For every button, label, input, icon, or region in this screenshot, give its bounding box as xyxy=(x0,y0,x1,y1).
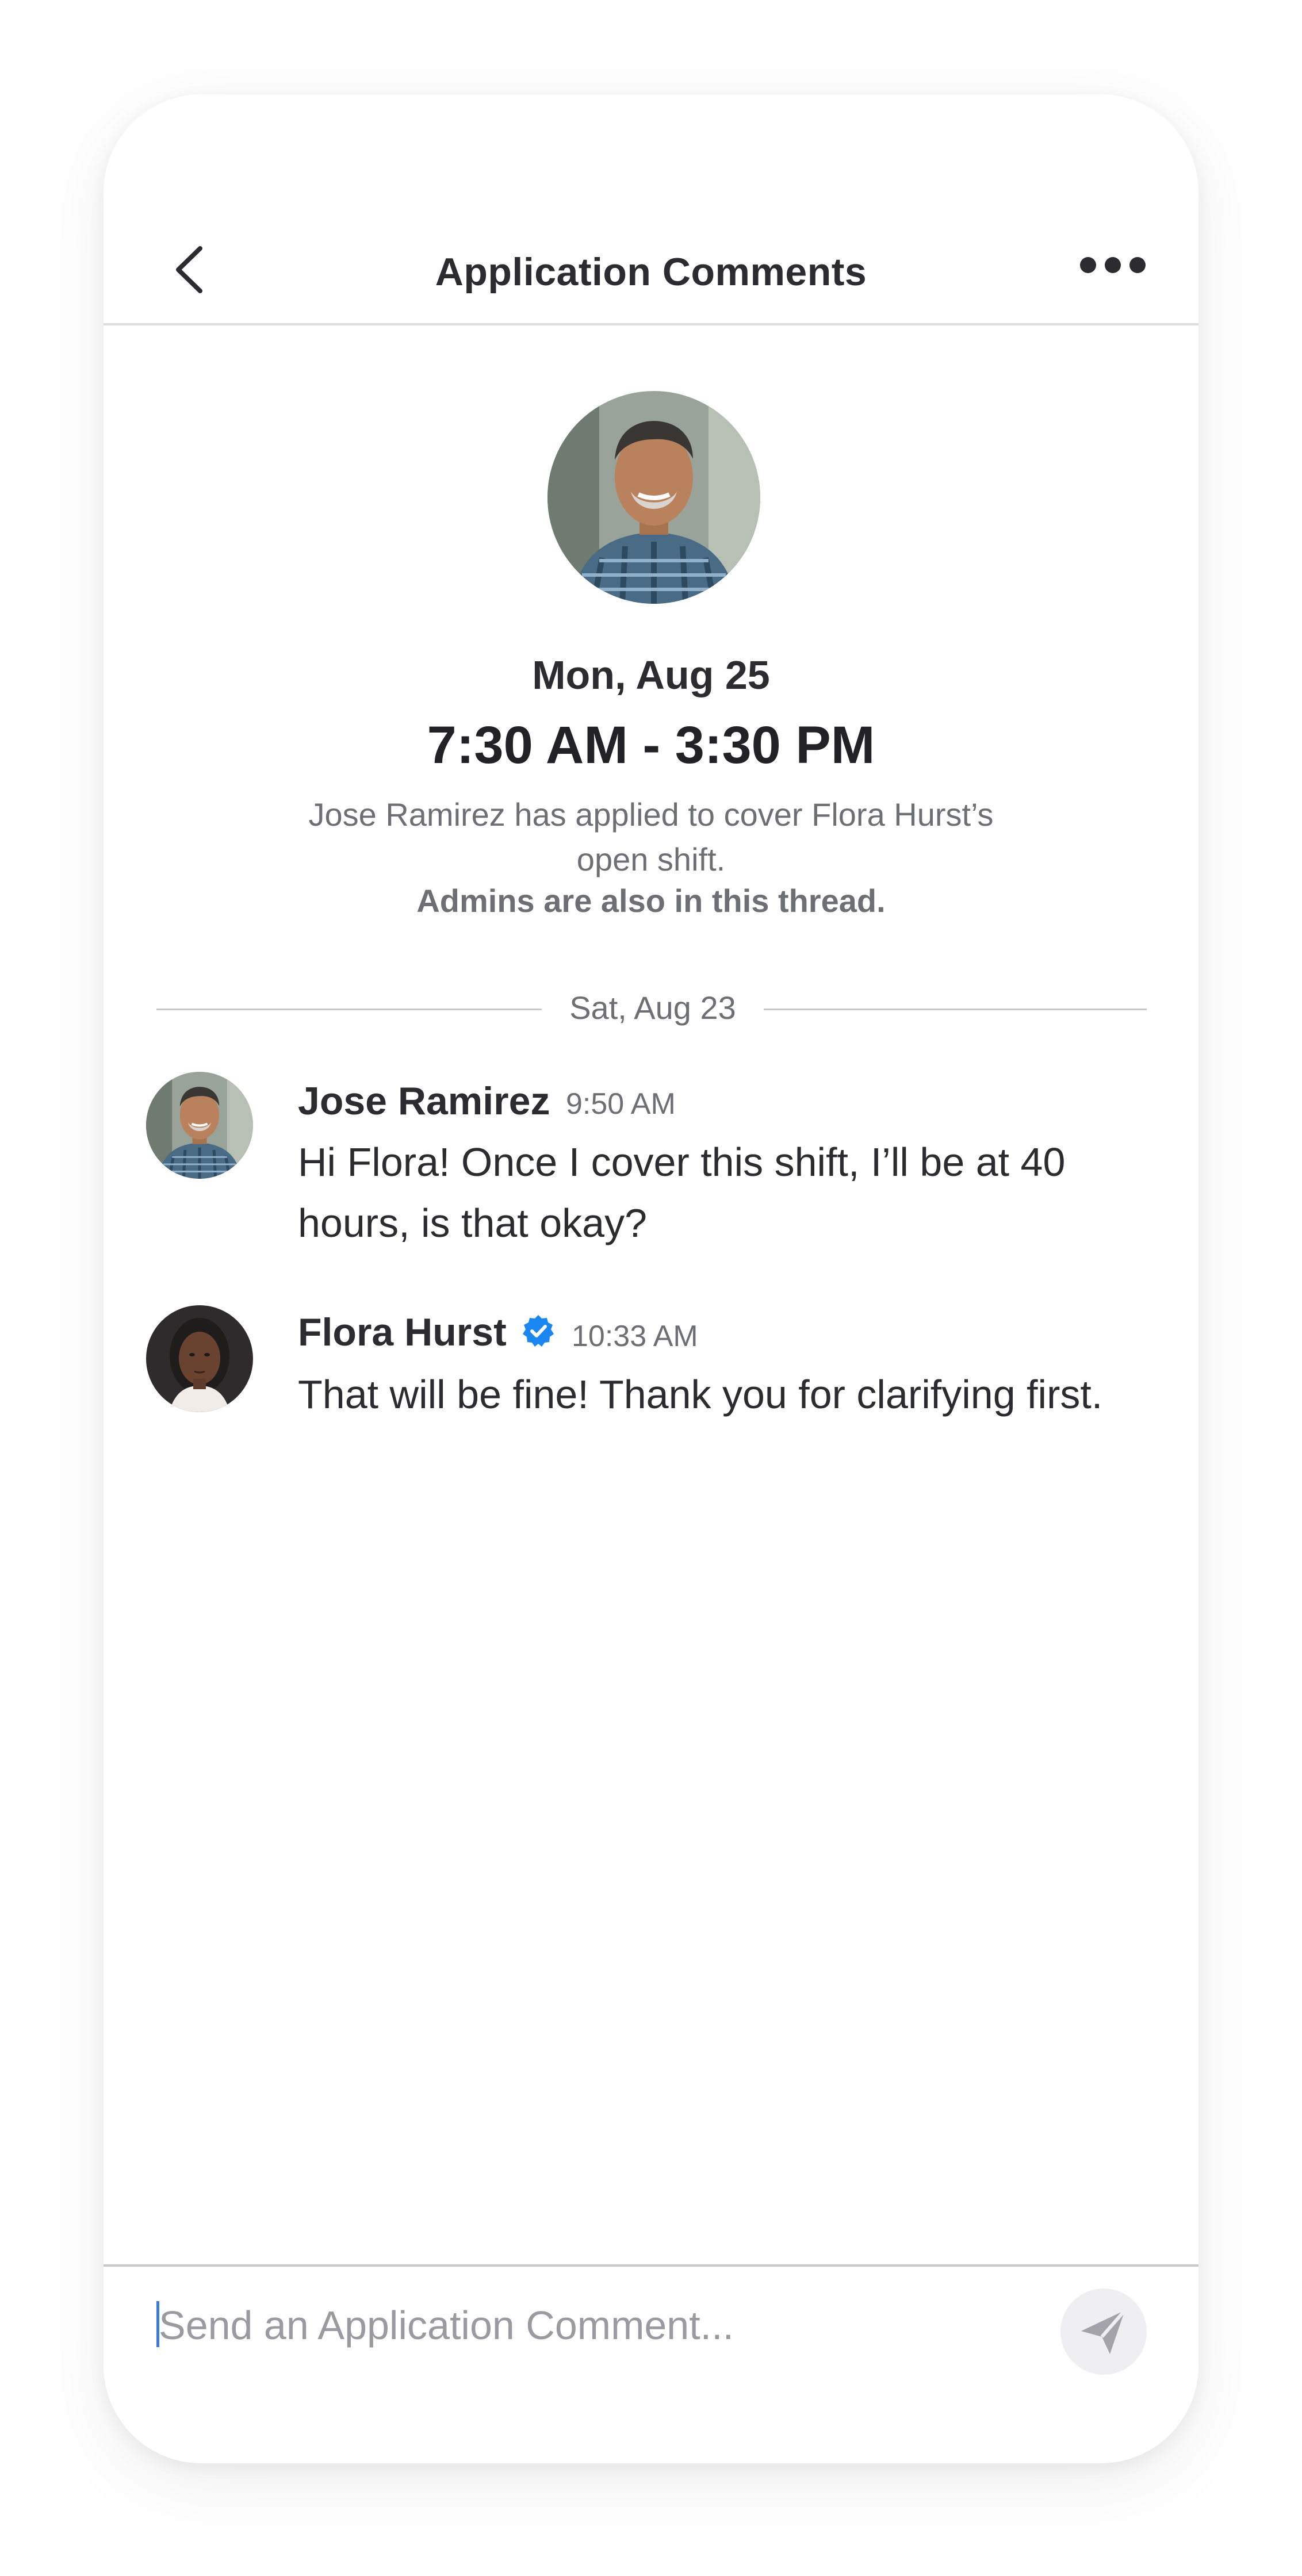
message-author: Jose Ramirez xyxy=(298,1079,550,1123)
message-author: Flora Hurst xyxy=(298,1310,507,1354)
composer-divider xyxy=(104,2264,1198,2267)
page-title: Application Comments xyxy=(435,250,867,294)
message-timestamp: 9:50 AM xyxy=(566,1087,676,1121)
message-text: Hi Flora! Once I cover this shift, I’ll … xyxy=(298,1140,1066,1245)
date-divider-line xyxy=(156,1009,542,1010)
verified-badge-icon xyxy=(523,1315,554,1347)
shift-description: Jose Ramirez has applied to cover Flora … xyxy=(308,796,994,877)
date-divider-label: Sat, Aug 23 xyxy=(569,990,736,1026)
app-header: Application Comments xyxy=(104,94,1198,325)
date-divider-line xyxy=(764,1009,1147,1010)
more-options-button[interactable] xyxy=(1075,245,1150,285)
shift-time-range: 7:30 AM - 3:30 PM xyxy=(427,716,875,775)
applicant-avatar xyxy=(547,391,760,604)
page: Application Comments Mon, Aug 25 7:30 AM… xyxy=(0,0,1302,2576)
more-horizontal-icon xyxy=(1080,257,1146,273)
message-timestamp: 10:33 AM xyxy=(572,1320,698,1353)
avatar[interactable] xyxy=(146,1072,253,1179)
send-button[interactable] xyxy=(1060,2288,1147,2375)
avatar[interactable] xyxy=(146,1305,253,1412)
comment-input[interactable] xyxy=(159,2297,1021,2354)
chevron-left-icon xyxy=(176,246,202,293)
back-button[interactable] xyxy=(167,238,213,301)
phone-frame: Application Comments Mon, Aug 25 7:30 AM… xyxy=(104,94,1198,2463)
admins-note: Admins are also in this thread. xyxy=(416,883,886,919)
message-text: That will be fine! Thank you for clarify… xyxy=(298,1372,1103,1417)
send-icon xyxy=(1081,2309,1127,2354)
shift-date: Mon, Aug 25 xyxy=(532,653,770,697)
